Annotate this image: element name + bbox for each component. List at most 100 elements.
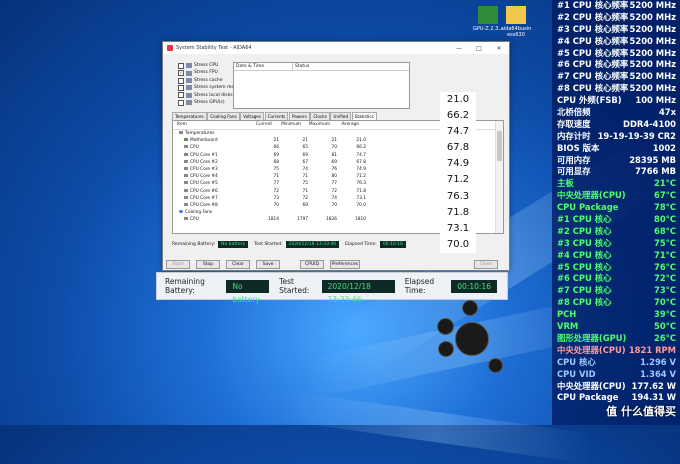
sensor-icon [184,152,188,156]
osd-row: 可用内存 28395 MB [552,155,680,167]
row-cur: 68 [273,159,279,165]
osd-row: 图形处理器(GPU) 26°C [552,333,680,345]
cpuid-button[interactable]: CPUID [300,260,324,269]
row-max: 21 [331,138,337,144]
tab-voltages[interactable]: Voltages [240,112,265,120]
osd-label: BIOS 版本 [557,142,600,153]
osd-value: 67°C [654,190,676,201]
col-average[interactable]: Average [334,121,363,129]
osd-value: 1.364 V [640,368,676,379]
tab-cooling-fans[interactable]: Cooling Fans [207,112,240,120]
row-avg: 21.0 [356,138,366,144]
stress-option-label: Stress cache [194,77,223,83]
col-item[interactable]: Item [173,121,247,129]
average-values-zoom: 21.0 66.2 74.7 67.8 74.9 71.2 76.3 71.8 73.1 70.0 [440,92,476,253]
log-col-datetime[interactable]: Date & Time [234,63,293,70]
row-item: CPU Core #1 [173,152,254,159]
hardware-icon [186,85,192,91]
osd-value: 5200 MHz [629,71,676,82]
sensor-icon [184,202,188,206]
row-cur: 70 [273,202,279,208]
osd-value: 75°C [654,237,676,248]
osd-sensor-panel: #1 CPU 核心频率 5200 MHz #2 CPU 核心频率 5200 MHz #3… [552,0,680,425]
osd-label: VRM [557,321,579,332]
minimize-button[interactable]: — [449,45,469,52]
row-item: CPU Core #8 [173,202,254,209]
osd-label: #1 CPU 核心频率 [557,0,629,10]
osd-label: #5 CPU 核心 [557,261,612,272]
average-value: 73.1 [446,222,470,234]
row-max [307,130,336,137]
col-minimum[interactable]: Minimum [276,121,305,129]
osd-row: PCH 39°C [552,309,680,321]
row-avg: 1810 [355,217,366,223]
stress-checkbox[interactable] [178,62,184,69]
tab-temperatures[interactable]: Temperatures [172,112,207,120]
col-current[interactable]: Current [247,121,276,129]
row-avg: 71.8 [356,188,366,194]
row-avg: 66.2 [356,145,366,151]
stop-button[interactable]: Stop [196,260,220,269]
row-item-label: CPU [190,145,199,151]
row-item: CPU Core #2 [173,159,254,166]
sensor-icon [184,217,188,221]
scrollbar-thumb[interactable] [497,131,502,161]
tab-statistics[interactable]: Statistics [351,112,377,120]
stress-checkbox[interactable]: ✓ [178,70,184,77]
zoom-started-value: 2020/12/18 13:33:46 [321,279,395,304]
osd-value: 72°C [654,273,676,284]
stress-option-label: Stress GPU(s) [194,100,225,106]
osd-row: #6 CPU 核心频率 5200 MHz [552,59,680,71]
hardware-icon [186,78,192,84]
stress-checkbox[interactable] [178,84,184,91]
close-window-button[interactable]: ✕ [489,45,509,52]
row-max: 80 [331,174,337,180]
maximize-button[interactable]: □ [469,45,489,52]
row-max: 69 [331,159,337,165]
osd-value: 78°C [654,202,676,213]
tab-clocks[interactable]: Clocks [310,112,330,120]
row-max: 81 [331,152,337,158]
osd-row: 中央处理器(CPU) 1821 RPM [552,345,680,357]
sensor-icon [184,188,188,192]
save-button[interactable]: Save [256,260,280,269]
tab-powers[interactable]: Powers [288,112,310,120]
osd-label: #2 CPU 核心 [557,225,612,236]
row-min: 71 [302,188,308,194]
tab-unified[interactable]: Unified [330,112,352,120]
sensor-icon [184,174,188,178]
table-scrollbar[interactable] [495,121,503,233]
osd-value: 70°C [654,297,676,308]
osd-value: 1.296 V [640,356,676,367]
osd-value: 28395 MB [629,154,676,165]
stress-checkbox[interactable] [178,99,184,106]
remaining-battery-label: Remaining Battery: [172,242,216,247]
osd-row: #5 CPU 核心 76°C [552,262,680,274]
stress-checkbox[interactable] [178,77,184,84]
window-titlebar[interactable]: System Stability Test - AIDA64 — □ ✕ [163,42,509,54]
row-max: 76 [331,166,337,172]
stress-checkbox[interactable] [178,92,184,99]
col-maximum[interactable]: Maximum [305,121,334,129]
wallpaper-beam [275,390,597,464]
row-item: CPU Core #3 [173,166,254,173]
row-max: 77 [331,181,337,187]
osd-label: CPU 核心 [557,356,596,367]
hardware-icon [186,70,192,76]
osd-label: #6 CPU 核心 [557,273,612,284]
clear-button[interactable]: Clear [226,260,250,269]
tab-currents[interactable]: Currents [264,112,289,120]
preferences-button[interactable]: Preferences [330,260,360,269]
row-cur: 21 [273,138,279,144]
log-col-status[interactable]: Status [293,63,309,70]
close-button[interactable]: Close [474,260,498,269]
row-avg: 73.1 [356,195,366,201]
start-button[interactable]: Start [166,260,190,269]
zoom-elapsed-value: 00:10:16 [451,279,497,293]
osd-label: 存取速度 [557,118,591,129]
row-avg [336,209,365,216]
osd-row: #4 CPU 核心频率 5200 MHz [552,36,680,48]
osd-value: 1821 RPM [628,344,676,355]
osd-row: #1 CPU 核心 80°C [552,214,680,226]
desktop-icon-aida64[interactable]: aida64busin ess630 [494,6,538,38]
